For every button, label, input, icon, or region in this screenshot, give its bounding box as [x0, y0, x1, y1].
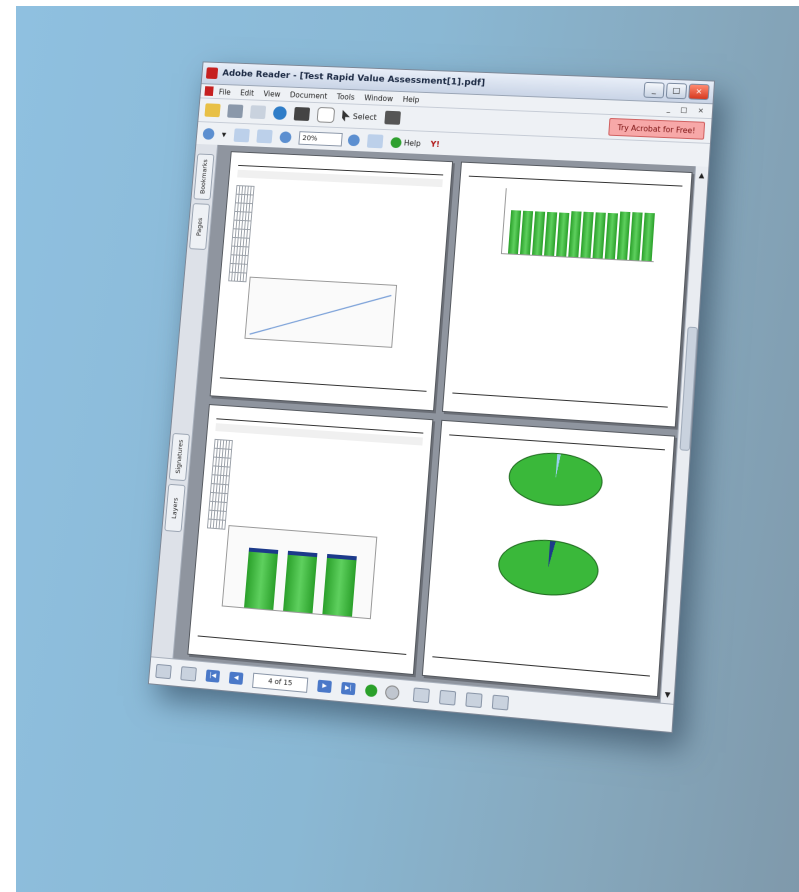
hand-tool-icon[interactable] [316, 106, 336, 124]
snapshot-icon[interactable] [384, 110, 401, 125]
email-icon[interactable] [272, 106, 288, 121]
chart-bar [592, 212, 606, 259]
try-acrobat-button[interactable]: Try Acrobat for Free! [607, 117, 706, 140]
adobe-app-icon [205, 67, 219, 80]
menu-edit[interactable]: Edit [240, 88, 255, 97]
fit-page-icon[interactable] [233, 128, 250, 143]
pdf-page-thumbnail[interactable] [209, 151, 454, 412]
help-button[interactable]: Help [389, 136, 422, 149]
tab-signatures[interactable]: Signatures [168, 432, 191, 482]
chart-bar [283, 550, 318, 614]
page-size-icon [155, 663, 172, 680]
go-forward-icon[interactable] [384, 684, 400, 701]
pie-chart [496, 536, 601, 600]
chart-bar [616, 211, 631, 260]
page-heading-block [215, 423, 423, 446]
chart-bar [519, 210, 534, 255]
bar-chart [500, 188, 659, 263]
search-icon[interactable] [293, 106, 311, 122]
previous-page-icon[interactable]: ◀ [228, 671, 244, 685]
chart-bar [629, 212, 643, 261]
header-rule [449, 434, 665, 451]
print-icon[interactable] [249, 105, 267, 120]
menu-file[interactable]: File [219, 87, 232, 96]
page-number-field[interactable]: 4 of 15 [252, 672, 309, 693]
header-rule [468, 175, 683, 187]
tab-pages[interactable]: Pages [189, 203, 211, 251]
help-icon [389, 136, 402, 148]
select-tool-button[interactable]: Select [342, 110, 377, 123]
chart-bar [244, 547, 279, 610]
select-tool-label: Select [352, 111, 378, 122]
bar-segment [326, 553, 357, 561]
save-icon[interactable] [227, 104, 244, 119]
bar-segment [248, 547, 279, 554]
pdf-page-thumbnail[interactable] [441, 161, 693, 428]
close-button[interactable]: × [688, 83, 710, 101]
document-icon [204, 86, 214, 96]
open-folder-icon[interactable] [204, 103, 221, 118]
continuous-icon[interactable] [438, 689, 457, 706]
zoom-out-icon[interactable] [278, 131, 292, 144]
facing-icon[interactable] [465, 692, 483, 709]
zoom-input[interactable]: 20% [298, 131, 343, 147]
bar-segment [287, 550, 318, 558]
stacked-bar-chart [221, 525, 378, 620]
menu-view[interactable]: View [263, 89, 281, 98]
scroll-up-icon[interactable]: ▲ [696, 170, 707, 180]
chart-bar [544, 211, 558, 256]
perspective-wrapper: Adobe Reader - [Test Rapid Value Assessm… [0, 0, 799, 892]
pdf-page-thumbnail[interactable] [421, 419, 676, 698]
menu-help[interactable]: Help [402, 94, 419, 103]
chart-bar [507, 210, 522, 255]
continuous-facing-icon[interactable] [491, 694, 510, 711]
data-table [207, 439, 233, 530]
menu-window[interactable]: Window [364, 93, 393, 103]
minimize-button[interactable]: _ [643, 81, 665, 99]
single-page-icon[interactable] [412, 687, 430, 704]
line-chart [244, 276, 398, 348]
document-view[interactable] [173, 144, 696, 704]
menu-document[interactable]: Document [290, 90, 328, 100]
last-page-icon[interactable]: ▶| [340, 681, 356, 696]
scroll-thumb[interactable] [679, 326, 698, 452]
chart-bar [580, 211, 594, 258]
chart-bar [604, 212, 619, 260]
menu-tools[interactable]: Tools [336, 92, 355, 101]
cursor-icon [342, 110, 351, 122]
footer-rule [219, 377, 427, 392]
scroll-down-icon[interactable]: ▼ [662, 689, 673, 700]
zoom-plus-icon[interactable] [347, 134, 360, 147]
pdf-page-thumbnail[interactable] [187, 404, 434, 676]
chevron-down-icon[interactable]: ▼ [222, 131, 227, 138]
pie-chart [506, 449, 605, 510]
first-page-icon[interactable]: |◀ [205, 669, 221, 683]
maximize-button[interactable]: □ [665, 82, 688, 100]
chart-bar [322, 553, 357, 617]
tab-bookmarks[interactable]: Bookmarks [193, 153, 215, 201]
data-table [228, 185, 255, 282]
help-label: Help [403, 138, 422, 148]
chart-bar [531, 211, 546, 256]
next-page-icon[interactable]: ▶ [317, 679, 332, 694]
chart-bar [641, 212, 655, 262]
document-window-controls[interactable]: _ □ × [666, 105, 708, 115]
adobe-reader-window: Adobe Reader - [Test Rapid Value Assessm… [147, 61, 716, 734]
yahoo-button[interactable]: Y! [430, 139, 440, 148]
zoom-in-icon[interactable] [202, 127, 215, 140]
chart-bar [568, 211, 582, 258]
fit-width-icon[interactable] [255, 129, 273, 144]
reader-body: Bookmarks Pages Signatures Layers ▲ ▼ [151, 143, 709, 705]
footer-rule [452, 392, 668, 408]
attachment-icon[interactable] [180, 666, 197, 682]
trend-line [245, 278, 396, 347]
rotate-icon[interactable] [366, 134, 384, 149]
footer-rule [197, 635, 407, 655]
go-back-icon[interactable] [364, 684, 378, 698]
footer-rule [432, 656, 650, 677]
chart-bar [556, 212, 570, 257]
tab-layers[interactable]: Layers [164, 483, 186, 533]
